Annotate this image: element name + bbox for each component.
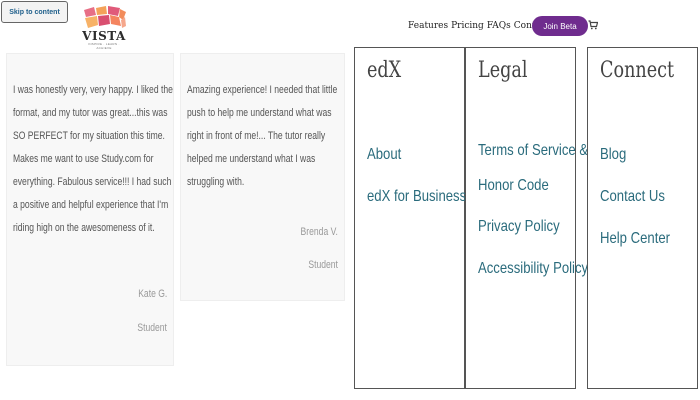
testimonial-role: Student — [137, 322, 167, 334]
testimonial-role: Student — [308, 259, 338, 271]
testimonial-quote: Amazing experience! I needed that little… — [187, 84, 338, 188]
testimonial-quote: I was honestly very, very happy. I liked… — [13, 84, 173, 234]
footer-column-edx: edX About edX for Business — [354, 47, 466, 389]
skip-to-content-link[interactable]: Skip to content — [1, 1, 68, 23]
footer-link-edx-for-business[interactable]: edX for Business — [367, 176, 466, 218]
footer-link-contact-us[interactable]: Contact Us — [600, 176, 670, 218]
footer-links-connect: Blog Contact Us Help Center — [600, 134, 685, 260]
footer-link-help-center[interactable]: Help Center — [600, 218, 670, 260]
footer-link-honor-code[interactable]: Honor Code — [478, 168, 588, 203]
join-beta-button[interactable]: Join Beta — [532, 16, 588, 36]
footer-column-legal: Legal Terms of Service & Honor Code Priv… — [465, 47, 588, 389]
footer-link-terms-of-service[interactable]: Terms of Service & — [478, 133, 588, 168]
logo-tagline: INSPIRE · LEARN · ACHIEVE — [88, 42, 120, 50]
footer-link-blog[interactable]: Blog — [600, 134, 670, 176]
footer-column-connect: Connect Blog Contact Us Help Center — [587, 47, 698, 389]
nav-features-link[interactable]: Features — [408, 21, 448, 31]
footer-link-accessibility-policy[interactable]: Accessibility Policy — [478, 248, 588, 290]
logo-emblem-icon — [84, 6, 126, 28]
logo-wordmark: VISTA — [82, 29, 126, 43]
footer-heading-edx: edX — [367, 58, 402, 83]
nav-faqs-link[interactable]: FAQs — [487, 21, 511, 31]
cart-icon[interactable] — [588, 20, 598, 30]
footer-heading-legal: Legal — [478, 58, 528, 83]
footer-heading-connect: Connect — [600, 58, 675, 83]
testimonial-card: I was honestly very, very happy. I liked… — [6, 53, 174, 366]
testimonial-author: Brenda V. — [300, 226, 338, 238]
footer-link-about[interactable]: About — [367, 134, 466, 176]
vista-logo[interactable]: VISTA INSPIRE · LEARN · ACHIEVE — [80, 6, 128, 50]
nav-pricing-link[interactable]: Pricing — [451, 21, 484, 31]
footer-link-privacy-policy[interactable]: Privacy Policy — [478, 206, 588, 248]
testimonial-card: Amazing experience! I needed that little… — [180, 53, 345, 301]
testimonial-author: Kate G. — [137, 288, 167, 300]
main-nav: Features Pricing FAQs Contact — [408, 18, 553, 34]
